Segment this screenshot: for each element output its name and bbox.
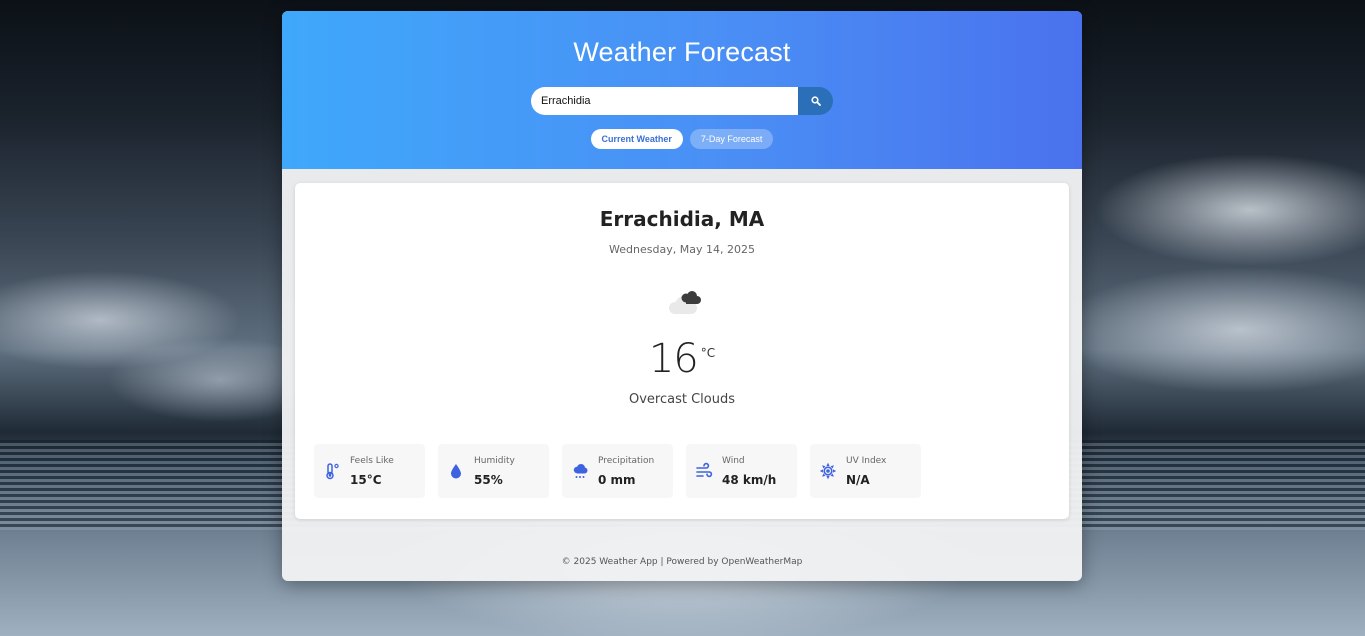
location-title: Errachidia, MA: [599, 207, 765, 231]
search-bar: [531, 87, 833, 115]
overcast-clouds-icon: [669, 291, 701, 314]
detail-precipitation: Precipitation 0 mm: [562, 444, 673, 498]
temperature-value: 16: [648, 336, 699, 382]
detail-label: Wind: [722, 456, 745, 466]
droplet-icon: [447, 462, 465, 480]
tab-current-weather[interactable]: Current Weather: [590, 129, 683, 149]
current-date: Wednesday, May 14, 2025: [609, 243, 755, 256]
detail-label: Precipitation: [598, 456, 655, 466]
temperature-display: 16 °C: [295, 336, 1069, 382]
view-tabs: Current Weather 7-Day Forecast: [282, 129, 1082, 149]
detail-value: 15°C: [350, 473, 382, 487]
footer: © 2025 Weather App | Powered by OpenWeat…: [561, 557, 803, 567]
tab-7-day-forecast[interactable]: 7-Day Forecast: [689, 129, 774, 149]
detail-feels-like: Feels Like 15°C: [314, 444, 425, 498]
weather-app-panel: Weather Forecast Current Weather 7-Day F…: [282, 11, 1082, 581]
weather-details: Feels Like 15°C Humidity 55% Precipitati…: [314, 444, 921, 498]
search-icon: [810, 96, 821, 106]
detail-value: 0 mm: [598, 473, 636, 487]
detail-value: 48 km/h: [722, 473, 777, 487]
search-button[interactable]: [798, 87, 833, 115]
detail-wind: Wind 48 km/h: [686, 444, 797, 498]
app-header: Weather Forecast Current Weather 7-Day F…: [282, 11, 1082, 169]
wind-icon: [695, 462, 713, 480]
detail-humidity: Humidity 55%: [438, 444, 549, 498]
detail-label: Humidity: [474, 456, 515, 466]
detail-value: N/A: [846, 473, 870, 487]
detail-uv-index: UV Index N/A: [810, 444, 921, 498]
detail-label: Feels Like: [350, 456, 394, 466]
app-title: Weather Forecast: [573, 37, 791, 67]
current-weather-card: Errachidia, MA Wednesday, May 14, 2025 1…: [295, 183, 1069, 519]
sun-icon: [819, 462, 837, 480]
detail-label: UV Index: [846, 456, 887, 466]
cloud-rain-icon: [571, 462, 589, 480]
thermometer-icon: [323, 462, 341, 480]
weather-condition: Overcast Clouds: [628, 392, 735, 407]
city-search-input[interactable]: [531, 87, 798, 115]
detail-value: 55%: [474, 473, 503, 487]
temperature-unit: °C: [700, 346, 716, 360]
